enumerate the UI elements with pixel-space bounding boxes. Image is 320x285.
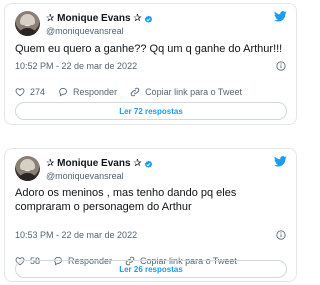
avatar-hair — [20, 14, 35, 25]
tweet-actions: 274 Responder Copiar link para o Tweet — [15, 85, 287, 99]
handle[interactable]: @moniquevansreal — [46, 26, 153, 37]
tweet-text: Quem eu quero a ganhe?? Qq um q ganhe do… — [15, 43, 283, 55]
reply-icon — [59, 88, 67, 97]
heart-icon — [15, 88, 25, 97]
twitter-bird-icon[interactable] — [274, 156, 287, 167]
author-names[interactable]: ✰ Monique Evans ✰ @moniquevansreal — [46, 13, 153, 37]
twitter-bird-icon[interactable] — [274, 11, 287, 22]
tweet-card[interactable]: ✰ Monique Evans ✰ @moniquevansreal Adoro… — [4, 148, 297, 282]
avatar-body — [18, 28, 37, 36]
reply-label: Responder — [73, 87, 118, 97]
handle[interactable]: @moniquevansreal — [46, 171, 153, 182]
like-count: 274 — [30, 87, 46, 97]
link-icon — [130, 87, 140, 97]
copy-link-label: Copiar link para o Tweet — [145, 87, 242, 97]
author-names[interactable]: ✰ Monique Evans ✰ @moniquevansreal — [46, 158, 153, 182]
tweet-timestamp[interactable]: 10:53 PM - 22 de mar de 2022 — [15, 230, 137, 240]
copy-link-button[interactable]: Copiar link para o Tweet — [130, 87, 242, 97]
avatar-body — [18, 173, 37, 181]
info-icon[interactable] — [276, 230, 286, 240]
avatar[interactable] — [15, 11, 40, 36]
tweet-header: ✰ Monique Evans ✰ @moniquevansreal — [15, 156, 287, 182]
display-name[interactable]: ✰ Monique Evans ✰ — [46, 13, 142, 25]
verified-badge-icon — [144, 160, 152, 168]
display-name[interactable]: ✰ Monique Evans ✰ — [46, 158, 142, 170]
info-icon[interactable] — [276, 61, 286, 71]
tweet-card[interactable]: ✰ Monique Evans ✰ @moniquevansreal Quem … — [4, 3, 297, 125]
tweet-timestamp[interactable]: 10:52 PM - 22 de mar de 2022 — [15, 61, 137, 71]
tweet-header: ✰ Monique Evans ✰ @moniquevansreal — [15, 11, 287, 37]
avatar[interactable] — [15, 156, 40, 181]
read-replies-button[interactable]: Ler 26 respostas — [15, 260, 287, 278]
reply-button[interactable]: Responder — [58, 87, 117, 97]
tweet-text: Adoro os meninos , mas tenho dando pq el… — [15, 187, 237, 213]
verified-badge-icon — [144, 15, 152, 23]
like-button[interactable]: 274 — [15, 87, 45, 97]
avatar-hair — [20, 159, 35, 170]
read-replies-button[interactable]: Ler 72 respostas — [15, 102, 287, 120]
